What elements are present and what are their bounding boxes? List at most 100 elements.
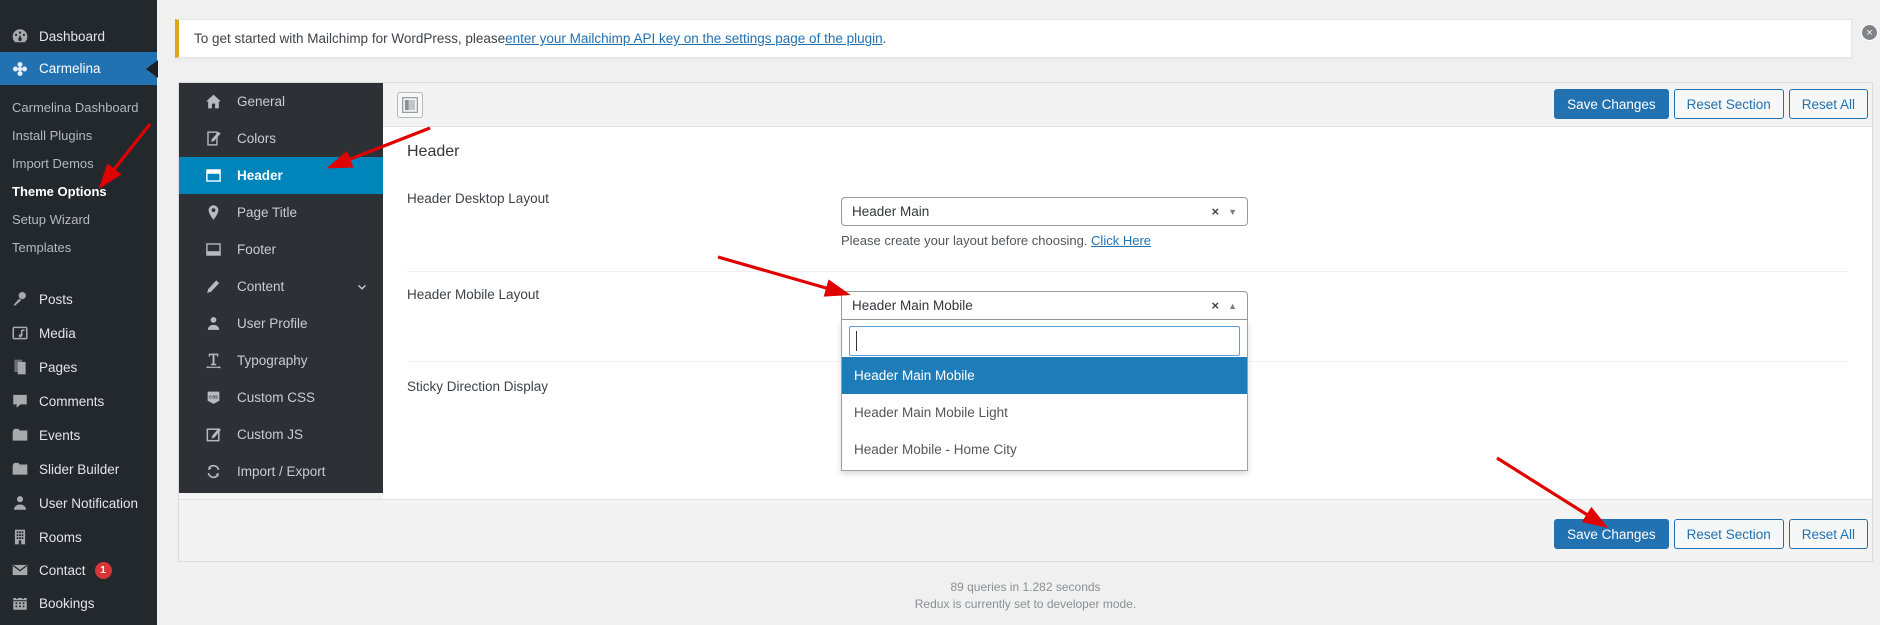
options-menu-label: Footer xyxy=(237,242,276,257)
save-changes-button-bottom[interactable]: Save Changes xyxy=(1554,519,1669,549)
notice-text: . xyxy=(883,31,887,46)
typography-icon xyxy=(205,352,222,369)
field-label-sticky-direction: Sticky Direction Display xyxy=(407,379,548,394)
options-menu-item-typography[interactable]: Typography xyxy=(179,342,383,379)
options-toolbar: Save Changes Reset Section Reset All xyxy=(383,83,1872,127)
pencil-icon xyxy=(205,278,222,295)
options-menu-item-header[interactable]: Header xyxy=(179,157,383,194)
user-icon xyxy=(205,315,222,332)
css-shield-icon: CSS xyxy=(205,389,222,406)
debug-footer: 89 queries in 1.282 seconds Redux is cur… xyxy=(178,579,1873,613)
options-menu-item-user-profile[interactable]: User Profile xyxy=(179,305,383,342)
sidebar-subitem-install-plugins[interactable]: Install Plugins xyxy=(0,121,157,149)
sidebar-subitem-import-demos[interactable]: Import Demos xyxy=(0,149,157,177)
reset-all-button-top[interactable]: Reset All xyxy=(1789,89,1868,119)
sidebar-item-label: Carmelina xyxy=(39,61,101,76)
sidebar-subitem-templates[interactable]: Templates xyxy=(0,233,157,261)
sidebar-item-label: Posts xyxy=(39,292,73,307)
reset-all-button-bottom[interactable]: Reset All xyxy=(1789,519,1868,549)
options-menu-item-colors[interactable]: Colors xyxy=(179,120,383,157)
sidebar-item-events[interactable]: Events xyxy=(0,418,157,452)
sidebar-subitem-carmelina-dashboard[interactable]: Carmelina Dashboard xyxy=(0,93,157,121)
caret-up-icon[interactable]: ▲ xyxy=(1228,301,1237,311)
sidebar-item-dashboard[interactable]: Dashboard xyxy=(0,19,157,53)
options-menu-label: Page Title xyxy=(237,205,297,220)
page-title: Header xyxy=(407,143,459,161)
sidebar-item-slider-builder[interactable]: Slider Builder xyxy=(0,452,157,486)
caret-down-icon[interactable]: ▼ xyxy=(1228,207,1237,217)
sidebar-item-label: Media xyxy=(39,326,76,341)
sidebar-item-label: User Notification xyxy=(39,496,138,511)
text-cursor xyxy=(856,331,857,351)
options-menu-item-general[interactable]: General xyxy=(179,83,383,120)
sidebar-item-comments[interactable]: Comments xyxy=(0,384,157,418)
select-search-input[interactable] xyxy=(849,326,1240,356)
expand-options-button[interactable] xyxy=(397,92,423,118)
mailchimp-api-key-link[interactable]: enter your Mailchimp API key on the sett… xyxy=(505,31,882,46)
sidebar-item-contact[interactable]: Contact 1 xyxy=(0,553,157,587)
queries-stat: 89 queries in 1.282 seconds xyxy=(178,579,1873,596)
dropdown-option[interactable]: Header Main Mobile xyxy=(842,357,1247,394)
options-menu-item-import-export[interactable]: Import / Export xyxy=(179,453,383,490)
active-menu-arrow xyxy=(146,60,158,78)
clear-selection-icon[interactable]: × xyxy=(1211,204,1228,219)
dismiss-circle-icon[interactable]: × xyxy=(1861,24,1878,41)
pages-icon xyxy=(11,358,29,376)
header-desktop-layout-select[interactable]: Header Main × ▼ xyxy=(841,197,1248,226)
sidebar-item-carmelina[interactable]: Carmelina xyxy=(0,52,157,85)
dropdown-option[interactable]: Header Mobile - Home City xyxy=(842,431,1247,468)
helper-text: Please create your layout before choosin… xyxy=(841,233,1091,248)
selected-value: Header Main xyxy=(852,204,929,219)
sidebar-item-label: Dashboard xyxy=(39,29,105,44)
sidebar-item-label: Comments xyxy=(39,394,104,409)
redux-mode-note: Redux is currently set to developer mode… xyxy=(178,596,1873,613)
sidebar-item-bookings[interactable]: Bookings xyxy=(0,586,157,620)
options-menu-item-custom-js[interactable]: Custom JS xyxy=(179,416,383,453)
sidebar-item-pages[interactable]: Pages xyxy=(0,350,157,384)
clear-selection-icon[interactable]: × xyxy=(1211,298,1228,313)
options-menu-label: Import / Export xyxy=(237,464,326,479)
options-form: Header Header Desktop Layout Header Main… xyxy=(383,127,1872,501)
reset-section-button-bottom[interactable]: Reset Section xyxy=(1674,519,1784,549)
sidebar-item-user-notification[interactable]: User Notification xyxy=(0,486,157,520)
options-menu-label: Header xyxy=(237,168,283,183)
options-menu-item-footer[interactable]: Footer xyxy=(179,231,383,268)
folder-icon xyxy=(11,426,29,444)
envelope-icon xyxy=(11,561,29,579)
import-export-icon xyxy=(205,463,222,480)
sidebar-item-media[interactable]: Media xyxy=(0,316,157,350)
options-menu-label: General xyxy=(237,94,285,109)
flower-icon xyxy=(11,60,29,78)
options-menu-item-custom-css[interactable]: CSS Custom CSS xyxy=(179,379,383,416)
select-dropdown: Header Main Mobile Header Main Mobile Li… xyxy=(841,320,1248,471)
click-here-link[interactable]: Click Here xyxy=(1091,233,1151,248)
comment-icon xyxy=(11,392,29,410)
header-layout-icon xyxy=(205,167,222,184)
sidebar-item-posts[interactable]: Posts xyxy=(0,282,157,316)
folder-icon xyxy=(11,460,29,478)
theme-options-panel: General Colors Header Page Title Footer … xyxy=(178,82,1873,562)
expand-icon xyxy=(401,96,419,114)
sidebar-item-label: Slider Builder xyxy=(39,462,119,477)
header-mobile-layout-select[interactable]: Header Main Mobile × ▲ xyxy=(841,291,1248,320)
sidebar-item-rooms[interactable]: Rooms xyxy=(0,520,157,554)
field-label-desktop-layout: Header Desktop Layout xyxy=(407,191,549,206)
calendar-icon xyxy=(11,594,29,612)
dropdown-option[interactable]: Header Main Mobile Light xyxy=(842,394,1247,431)
map-pin-icon xyxy=(205,204,222,221)
options-menu-item-content[interactable]: Content xyxy=(179,268,383,305)
options-menu-label: Custom JS xyxy=(237,427,303,442)
reset-section-button-top[interactable]: Reset Section xyxy=(1674,89,1784,119)
options-menu-label: Custom CSS xyxy=(237,390,315,405)
footer-layout-icon xyxy=(205,241,222,258)
pushpin-icon xyxy=(11,290,29,308)
sidebar-subitem-setup-wizard[interactable]: Setup Wizard xyxy=(0,205,157,233)
sidebar-subitem-theme-options[interactable]: Theme Options xyxy=(0,177,157,205)
unread-count-badge: 1 xyxy=(95,562,112,579)
save-changes-button-top[interactable]: Save Changes xyxy=(1554,89,1669,119)
options-menu-item-page-title[interactable]: Page Title xyxy=(179,194,383,231)
sidebar-item-label: Pages xyxy=(39,360,77,375)
dashboard-icon xyxy=(11,27,29,45)
svg-text:CSS: CSS xyxy=(209,394,218,399)
sidebar-item-label: Contact xyxy=(39,563,86,578)
